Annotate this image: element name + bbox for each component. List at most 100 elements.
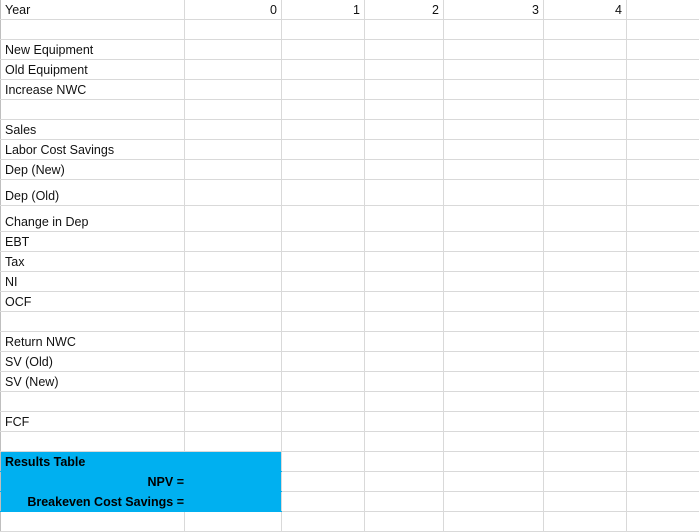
cell-empty[interactable] [543, 451, 627, 472]
cell-empty[interactable] [364, 391, 444, 412]
cell-empty[interactable] [364, 179, 444, 206]
cell-empty[interactable] [626, 159, 699, 180]
cell-empty[interactable] [184, 231, 282, 252]
cell-empty[interactable] [543, 271, 627, 292]
cell-empty[interactable] [543, 19, 627, 40]
cell-empty[interactable] [626, 271, 699, 292]
cell-empty[interactable] [184, 119, 282, 140]
cell-empty[interactable] [443, 251, 544, 272]
cell-empty[interactable] [443, 431, 544, 452]
cell-empty[interactable] [364, 271, 444, 292]
cell-empty[interactable] [281, 139, 365, 160]
cell-empty[interactable] [443, 179, 544, 206]
cell-empty[interactable] [281, 411, 365, 432]
cell-empty[interactable] [184, 391, 282, 412]
cell-empty[interactable] [184, 411, 282, 432]
cell-empty[interactable] [184, 351, 282, 372]
cell-empty[interactable] [184, 79, 282, 100]
cell-empty[interactable] [184, 371, 282, 392]
cell-empty[interactable] [184, 431, 282, 452]
cell-empty[interactable] [184, 159, 282, 180]
cell-empty[interactable] [443, 19, 544, 40]
cell-empty[interactable] [281, 119, 365, 140]
cell-empty[interactable] [184, 205, 282, 232]
cell-empty[interactable] [364, 471, 444, 492]
cell-empty[interactable] [0, 391, 185, 412]
cell-empty[interactable] [626, 411, 699, 432]
cell-empty[interactable] [543, 431, 627, 452]
cell-sv-new-label[interactable]: SV (New) [0, 371, 185, 392]
cell-year-2[interactable]: 2 [364, 0, 444, 20]
cell-empty[interactable] [626, 471, 699, 492]
cell-sv-old-label[interactable]: SV (Old) [0, 351, 185, 372]
cell-empty[interactable] [543, 331, 627, 352]
cell-empty[interactable] [543, 231, 627, 252]
cell-empty[interactable] [443, 139, 544, 160]
cell-increase-nwc-label[interactable]: Increase NWC [0, 79, 185, 100]
cell-empty[interactable] [443, 391, 544, 412]
cell-empty[interactable] [626, 291, 699, 312]
cell-results-title[interactable]: Results Table [0, 451, 185, 472]
cell-empty[interactable] [364, 99, 444, 120]
cell-empty[interactable] [543, 99, 627, 120]
cell-empty[interactable] [281, 371, 365, 392]
cell-empty[interactable] [364, 291, 444, 312]
cell-empty[interactable] [364, 371, 444, 392]
cell-return-nwc-label[interactable]: Return NWC [0, 331, 185, 352]
cell-empty[interactable] [626, 179, 699, 206]
cell-year-4[interactable]: 4 [543, 0, 627, 20]
cell-sales-label[interactable]: Sales [0, 119, 185, 140]
cell-empty[interactable] [281, 291, 365, 312]
cell-empty[interactable] [0, 19, 185, 40]
cell-dep-new-label[interactable]: Dep (New) [0, 159, 185, 180]
cell-empty[interactable] [364, 119, 444, 140]
cell-empty[interactable] [281, 159, 365, 180]
cell-empty[interactable] [543, 511, 627, 532]
cell-empty[interactable] [443, 331, 544, 352]
cell-empty[interactable] [543, 311, 627, 332]
cell-empty[interactable] [543, 59, 627, 80]
cell-empty[interactable] [626, 79, 699, 100]
cell-empty[interactable] [0, 511, 185, 532]
cell-empty[interactable] [443, 491, 544, 512]
cell-ocf-label[interactable]: OCF [0, 291, 185, 312]
cell-empty[interactable] [543, 471, 627, 492]
cell-empty[interactable] [184, 19, 282, 40]
cell-empty[interactable] [626, 251, 699, 272]
cell-empty[interactable] [364, 351, 444, 372]
cell-year-label[interactable]: Year [0, 0, 185, 20]
cell-year-3[interactable]: 3 [443, 0, 544, 20]
cell-fcf-label[interactable]: FCF [0, 411, 185, 432]
cell-empty[interactable] [443, 159, 544, 180]
cell-empty[interactable] [281, 331, 365, 352]
cell-empty[interactable] [364, 411, 444, 432]
cell-empty[interactable] [543, 139, 627, 160]
cell-empty[interactable] [281, 471, 365, 492]
cell-empty[interactable] [626, 19, 699, 40]
cell-empty[interactable] [0, 311, 185, 332]
cell-new-equipment-label[interactable]: New Equipment [0, 39, 185, 60]
cell-empty[interactable] [626, 311, 699, 332]
cell-empty[interactable] [443, 119, 544, 140]
cell-empty[interactable] [626, 139, 699, 160]
cell-empty[interactable] [184, 311, 282, 332]
cell-empty[interactable] [184, 331, 282, 352]
cell-empty[interactable] [0, 99, 185, 120]
cell-breakeven-label[interactable]: Breakeven Cost Savings = [0, 491, 185, 512]
cell-empty[interactable] [281, 271, 365, 292]
cell-empty[interactable] [626, 331, 699, 352]
cell-empty[interactable] [364, 39, 444, 60]
cell-empty[interactable] [626, 59, 699, 80]
cell-empty[interactable] [443, 351, 544, 372]
cell-empty[interactable] [364, 59, 444, 80]
cell-empty[interactable] [443, 451, 544, 472]
cell-empty[interactable] [626, 0, 699, 20]
cell-empty[interactable] [443, 59, 544, 80]
cell-empty[interactable] [443, 271, 544, 292]
cell-empty[interactable] [281, 39, 365, 60]
cell-empty[interactable] [543, 159, 627, 180]
cell-empty[interactable] [543, 119, 627, 140]
cell-breakeven-value[interactable] [184, 491, 282, 512]
cell-empty[interactable] [281, 19, 365, 40]
cell-empty[interactable] [281, 351, 365, 372]
